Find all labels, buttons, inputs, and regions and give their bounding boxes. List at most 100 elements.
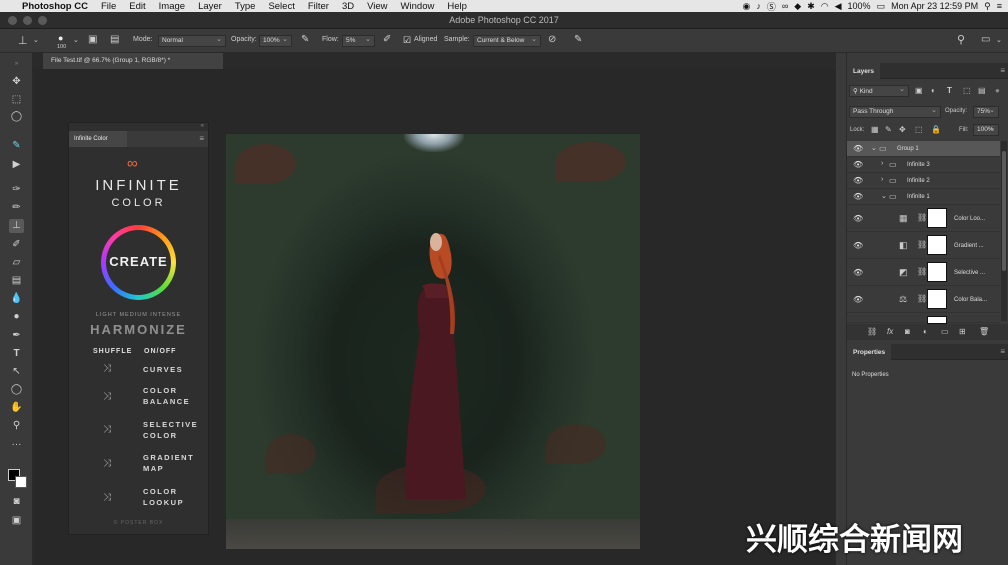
toggle-color-balance[interactable]: COLOR BALANCE — [143, 385, 190, 407]
more-tools-icon[interactable]: ··· — [9, 438, 24, 452]
layer-name[interactable]: Selective ... — [954, 270, 985, 276]
marquee-tool-icon[interactable]: ⬚ — [9, 93, 24, 107]
delete-layer-icon[interactable]: 🗑 — [979, 327, 989, 336]
dropbox-icon[interactable]: ◆ — [794, 1, 801, 12]
expand-chevron-icon[interactable]: ⌄ — [871, 144, 877, 152]
lock-position-icon[interactable]: ✥ — [899, 125, 906, 134]
expand-chevron-icon[interactable]: › — [881, 176, 883, 183]
menu-filter[interactable]: Filter — [308, 1, 329, 12]
tool-preset-chevron-icon[interactable]: ⌄ — [33, 36, 39, 44]
screen-mode-icon[interactable]: ▣ — [9, 514, 24, 528]
clone-source-icon[interactable]: ▤ — [110, 34, 119, 45]
expand-chevron-icon[interactable]: ⌄ — [881, 192, 887, 200]
blend-mode-dropdown[interactable]: Pass Through — [849, 106, 941, 118]
dodge-tool-icon[interactable]: ● — [9, 310, 24, 324]
layer-row[interactable]: 👁 ◩ ⛓ Selective ... — [847, 259, 1000, 286]
filter-type-icon[interactable]: T — [947, 86, 952, 95]
menu-select[interactable]: Select — [268, 1, 294, 12]
menu-image[interactable]: Image — [159, 1, 185, 12]
layer-name[interactable]: Infinite 3 — [907, 162, 930, 168]
layer-name[interactable]: Color Loo... — [954, 216, 985, 222]
skype-icon[interactable]: Ⓢ — [767, 0, 776, 13]
layers-tab[interactable]: Layers — [847, 63, 880, 79]
shuffle-color-balance-icon[interactable]: ⤨ — [103, 391, 111, 402]
toggle-color-lookup[interactable]: COLOR LOOKUP — [143, 486, 184, 508]
expand-chevron-icon[interactable]: › — [881, 160, 883, 167]
history-brush-tool-icon[interactable]: ✐ — [9, 238, 24, 252]
sample-dropdown[interactable]: Current & Below — [473, 35, 541, 47]
menu-help[interactable]: Help — [447, 1, 467, 12]
toggle-curves[interactable]: CURVES — [143, 364, 183, 375]
pressure-size-icon[interactable]: ✎ — [574, 34, 582, 45]
visibility-eye-icon[interactable]: 👁 — [853, 160, 863, 169]
mode-dropdown[interactable]: Normal — [158, 35, 226, 47]
lock-transparent-icon[interactable]: ▦ — [871, 125, 879, 134]
mask-link-icon[interactable]: ⛓ — [917, 240, 927, 249]
layers-scroll-thumb[interactable] — [1002, 151, 1006, 271]
record-icon[interactable]: ◉ — [742, 1, 750, 12]
layer-name[interactable]: Infinite 1 — [907, 194, 930, 200]
layer-name[interactable]: Infinite 2 — [907, 178, 930, 184]
panel-collapse-icon[interactable]: « — [201, 123, 204, 129]
layer-name[interactable]: Gradient ... — [954, 243, 984, 249]
workspace-chevron-icon[interactable]: ⌄ — [996, 36, 1002, 44]
layer-name[interactable]: Group 1 — [897, 146, 919, 152]
hand-tool-icon[interactable]: ✋ — [9, 401, 24, 415]
mask-link-icon[interactable]: ⛓ — [917, 213, 927, 222]
visibility-eye-icon[interactable]: 👁 — [853, 144, 863, 153]
intensity-levels[interactable]: LIGHT MEDIUM INTENSE — [69, 312, 208, 318]
visibility-eye-icon[interactable]: 👁 — [853, 295, 863, 304]
dock-collapse-strip[interactable] — [835, 53, 847, 565]
visibility-eye-icon[interactable]: 👁 — [853, 192, 863, 201]
spotlight-icon[interactable]: ⚲ — [984, 1, 991, 12]
layer-row[interactable]: 👁 ▦ ⛓ Color Loo... — [847, 205, 1000, 232]
lasso-tool-icon[interactable]: ◯ — [9, 110, 24, 124]
menu-type[interactable]: Type — [235, 1, 256, 12]
properties-menu-icon[interactable]: ≡ — [1000, 347, 1005, 356]
layer-mask-thumbnail[interactable] — [927, 208, 947, 228]
shuffle-selective-color-icon[interactable]: ⤨ — [103, 424, 111, 435]
brush-preview-icon[interactable]: ● — [58, 33, 63, 43]
mask-link-icon[interactable]: ⛓ — [917, 267, 927, 276]
move-tool-icon[interactable]: ✥ — [9, 75, 24, 89]
layer-opacity-field[interactable]: 75% — [973, 106, 999, 118]
shape-tool-icon[interactable]: ◯ — [9, 383, 24, 397]
eyedropper-tool-icon[interactable]: ✑ — [9, 183, 24, 197]
document-image[interactable] — [226, 134, 640, 549]
toggle-gradient-map[interactable]: GRADIENT MAP — [143, 452, 194, 474]
add-mask-icon[interactable]: ◙ — [905, 327, 910, 336]
aligned-checkbox[interactable]: ☑ — [403, 35, 411, 46]
adjustment-layer-icon[interactable]: ◐ — [923, 327, 928, 336]
shuffle-curves-icon[interactable]: ⤨ — [103, 363, 111, 374]
menu-edit[interactable]: Edit — [129, 1, 145, 12]
layer-row[interactable]: 👁 ⚖ ⛓ Color Bala... — [847, 286, 1000, 313]
search-icon[interactable]: ⚲ — [957, 33, 965, 46]
layer-mask-thumbnail[interactable] — [927, 235, 947, 255]
wifi-icon[interactable]: ◠ — [821, 1, 829, 12]
lock-artboard-icon[interactable]: ⬚ — [915, 125, 923, 134]
creative-cloud-icon[interactable]: ∞ — [782, 1, 788, 11]
filter-pixel-icon[interactable]: ▣ — [915, 86, 923, 95]
workspace-icon[interactable]: ▭ — [981, 34, 990, 45]
link-layers-icon[interactable]: ⛓ — [867, 327, 877, 336]
layer-row[interactable]: 👁 › ▭ Infinite 2 — [847, 173, 1000, 189]
clone-stamp-tool-icon[interactable]: ⊥ — [9, 219, 24, 233]
menu-3d[interactable]: 3D — [342, 1, 354, 12]
collapse-toolbar-icon[interactable]: » — [9, 57, 24, 71]
brush-chevron-icon[interactable]: ⌄ — [73, 36, 79, 44]
battery-icon[interactable]: ▭ — [877, 1, 886, 12]
visibility-eye-icon[interactable]: 👁 — [853, 241, 863, 250]
fill-field[interactable]: 100% — [973, 124, 999, 136]
background-color-swatch[interactable] — [15, 476, 27, 488]
infinite-color-tab[interactable]: Infinite Color — [69, 131, 127, 147]
lock-image-icon[interactable]: ✎ — [885, 125, 892, 134]
volume-icon[interactable]: ◀ — [835, 1, 842, 12]
layer-name[interactable]: Color Bala... — [954, 297, 987, 303]
shuffle-color-lookup-icon[interactable]: ⤨ — [103, 492, 111, 503]
menu-window[interactable]: Window — [401, 1, 435, 12]
quick-selection-tool-icon[interactable]: ✎ — [9, 139, 24, 153]
fx-icon[interactable]: fx — [887, 327, 893, 336]
menu-file[interactable]: File — [101, 1, 116, 12]
type-tool-icon[interactable]: T — [9, 347, 24, 361]
ignore-adjustment-icon[interactable]: ⊘ — [548, 34, 556, 45]
